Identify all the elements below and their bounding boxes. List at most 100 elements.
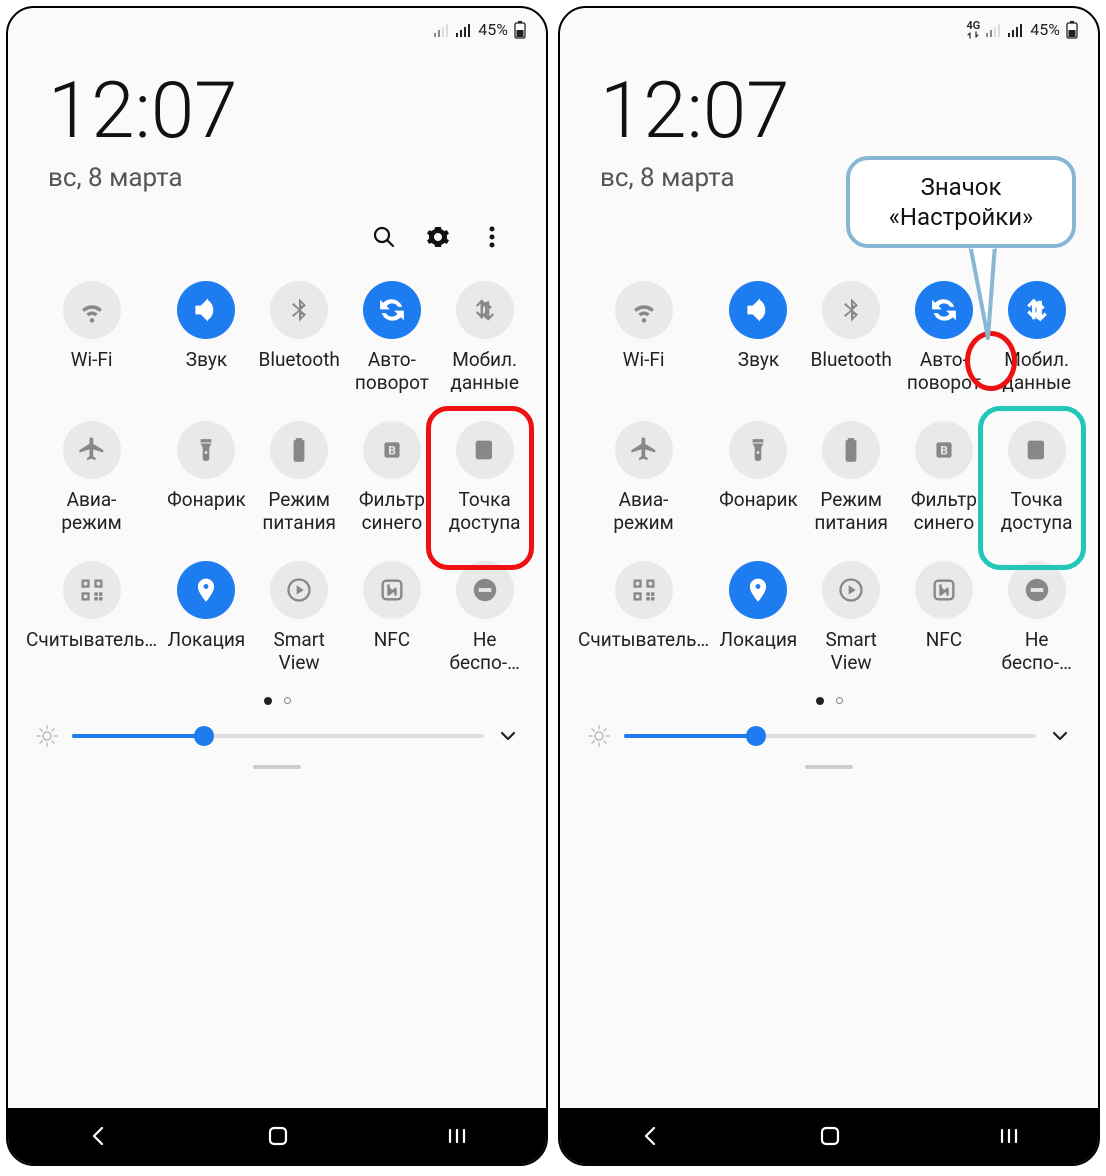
- tile-mobiledata[interactable]: Мобил. данные: [439, 275, 530, 407]
- tile-label: NFC: [372, 629, 412, 675]
- tile-hotspot[interactable]: Точка доступа: [439, 415, 530, 547]
- tile-nfc[interactable]: NFC: [899, 555, 990, 687]
- qrscan-icon[interactable]: [615, 561, 673, 619]
- bluefilter-icon[interactable]: B: [363, 421, 421, 479]
- tile-wifi[interactable]: Wi-Fi: [576, 275, 711, 407]
- dnd-icon[interactable]: [456, 561, 514, 619]
- bluetooth-icon[interactable]: [270, 281, 328, 339]
- tile-label: Режим питания: [260, 489, 338, 535]
- tile-bluetooth[interactable]: Bluetooth: [254, 275, 345, 407]
- tile-airplane[interactable]: Авиа- режим: [24, 415, 159, 547]
- tile-powermode[interactable]: Режим питания: [254, 415, 345, 547]
- powermode-icon[interactable]: [270, 421, 328, 479]
- tile-powermode[interactable]: Режим питания: [806, 415, 897, 547]
- tile-label: Фильтр синего: [909, 489, 979, 535]
- tile-label: Точка доступа: [999, 489, 1075, 535]
- tile-qrscan[interactable]: Считыватель…: [576, 555, 711, 687]
- flashlight-icon[interactable]: [729, 421, 787, 479]
- powermode-icon[interactable]: [822, 421, 880, 479]
- page-dots[interactable]: [560, 687, 1098, 719]
- smartview-icon[interactable]: [822, 561, 880, 619]
- drag-handle[interactable]: [805, 765, 853, 769]
- tile-bluefilter[interactable]: B Фильтр синего: [899, 415, 990, 547]
- page-dots[interactable]: [8, 687, 546, 719]
- tile-qrscan[interactable]: Считыватель…: [24, 555, 159, 687]
- wifi-icon[interactable]: [615, 281, 673, 339]
- airplane-icon[interactable]: [63, 421, 121, 479]
- tile-hotspot[interactable]: Точка доступа: [991, 415, 1082, 547]
- location-icon[interactable]: [177, 561, 235, 619]
- chevron-down-icon[interactable]: [498, 726, 518, 746]
- tile-label: Авто- поворот: [353, 349, 431, 395]
- recents-icon[interactable]: [998, 1125, 1020, 1147]
- tile-autorotate[interactable]: Авто- поворот: [347, 275, 438, 407]
- gear-icon[interactable]: [424, 223, 452, 251]
- mobiledata-icon[interactable]: [1008, 281, 1066, 339]
- dnd-icon[interactable]: [1008, 561, 1066, 619]
- slider-thumb[interactable]: [194, 726, 214, 746]
- signal-icon: [456, 23, 472, 37]
- hotspot-icon[interactable]: [456, 421, 514, 479]
- tile-flashlight[interactable]: Фонарик: [161, 415, 252, 547]
- tile-location[interactable]: Локация: [713, 555, 804, 687]
- clock-date: вс, 8 марта: [48, 163, 506, 193]
- action-row: [8, 203, 546, 267]
- battery-percent: 45%: [478, 20, 508, 39]
- back-icon[interactable]: [638, 1124, 662, 1148]
- nfc-icon[interactable]: [915, 561, 973, 619]
- tile-dnd[interactable]: Не беспо-…: [439, 555, 530, 687]
- tile-location[interactable]: Локация: [161, 555, 252, 687]
- slider-thumb[interactable]: [746, 726, 766, 746]
- hotspot-icon[interactable]: [1008, 421, 1066, 479]
- bluetooth-icon[interactable]: [822, 281, 880, 339]
- brightness-low-icon: [36, 725, 58, 747]
- wifi-icon[interactable]: [63, 281, 121, 339]
- brightness-slider[interactable]: [72, 734, 484, 738]
- signal-weak-icon: [986, 23, 1002, 37]
- more-icon[interactable]: [478, 223, 506, 251]
- tile-nfc[interactable]: NFC: [347, 555, 438, 687]
- search-icon[interactable]: [370, 223, 398, 251]
- sound-icon[interactable]: [177, 281, 235, 339]
- phone-right: 4G 45% 12:07 вс, 8 марта Wi-FiЗвукBlueto…: [558, 6, 1100, 1166]
- clock-time: 12:07: [600, 73, 1058, 151]
- mobiledata-icon[interactable]: [456, 281, 514, 339]
- autorotate-icon[interactable]: [363, 281, 421, 339]
- status-bar: 45%: [8, 8, 546, 43]
- tile-label: Авиа- режим: [611, 489, 675, 535]
- clock-area: 12:07 вс, 8 марта: [8, 43, 546, 203]
- tile-smartview[interactable]: Smart View: [806, 555, 897, 687]
- tile-label: Фонарик: [165, 489, 248, 535]
- airplane-icon[interactable]: [615, 421, 673, 479]
- nfc-icon[interactable]: [363, 561, 421, 619]
- drag-handle[interactable]: [253, 765, 301, 769]
- tile-sound[interactable]: Звук: [713, 275, 804, 407]
- qrscan-icon[interactable]: [63, 561, 121, 619]
- home-icon[interactable]: [819, 1125, 841, 1147]
- bluefilter-icon[interactable]: B: [915, 421, 973, 479]
- tile-flashlight[interactable]: Фонарик: [713, 415, 804, 547]
- sound-icon[interactable]: [729, 281, 787, 339]
- tile-smartview[interactable]: Smart View: [254, 555, 345, 687]
- flashlight-icon[interactable]: [177, 421, 235, 479]
- tile-label: Авто- поворот: [905, 349, 983, 395]
- quick-tiles: Wi-FiЗвукBluetoothАвто- поворотМобил. да…: [560, 267, 1098, 687]
- home-icon[interactable]: [267, 1125, 289, 1147]
- chevron-down-icon[interactable]: [1050, 726, 1070, 746]
- tile-label: Фильтр синего: [357, 489, 427, 535]
- tile-label: Считыватель…: [24, 629, 159, 675]
- tile-sound[interactable]: Звук: [161, 275, 252, 407]
- tile-label: NFC: [924, 629, 964, 675]
- tile-dnd[interactable]: Не беспо-…: [991, 555, 1082, 687]
- signal-weak-icon: [434, 23, 450, 37]
- tile-wifi[interactable]: Wi-Fi: [24, 275, 159, 407]
- recents-icon[interactable]: [446, 1125, 468, 1147]
- location-icon[interactable]: [729, 561, 787, 619]
- tile-bluefilter[interactable]: B Фильтр синего: [347, 415, 438, 547]
- back-icon[interactable]: [86, 1124, 110, 1148]
- brightness-slider[interactable]: [624, 734, 1036, 738]
- tile-label: Считыватель…: [576, 629, 711, 675]
- tile-bluetooth[interactable]: Bluetooth: [806, 275, 897, 407]
- tile-airplane[interactable]: Авиа- режим: [576, 415, 711, 547]
- smartview-icon[interactable]: [270, 561, 328, 619]
